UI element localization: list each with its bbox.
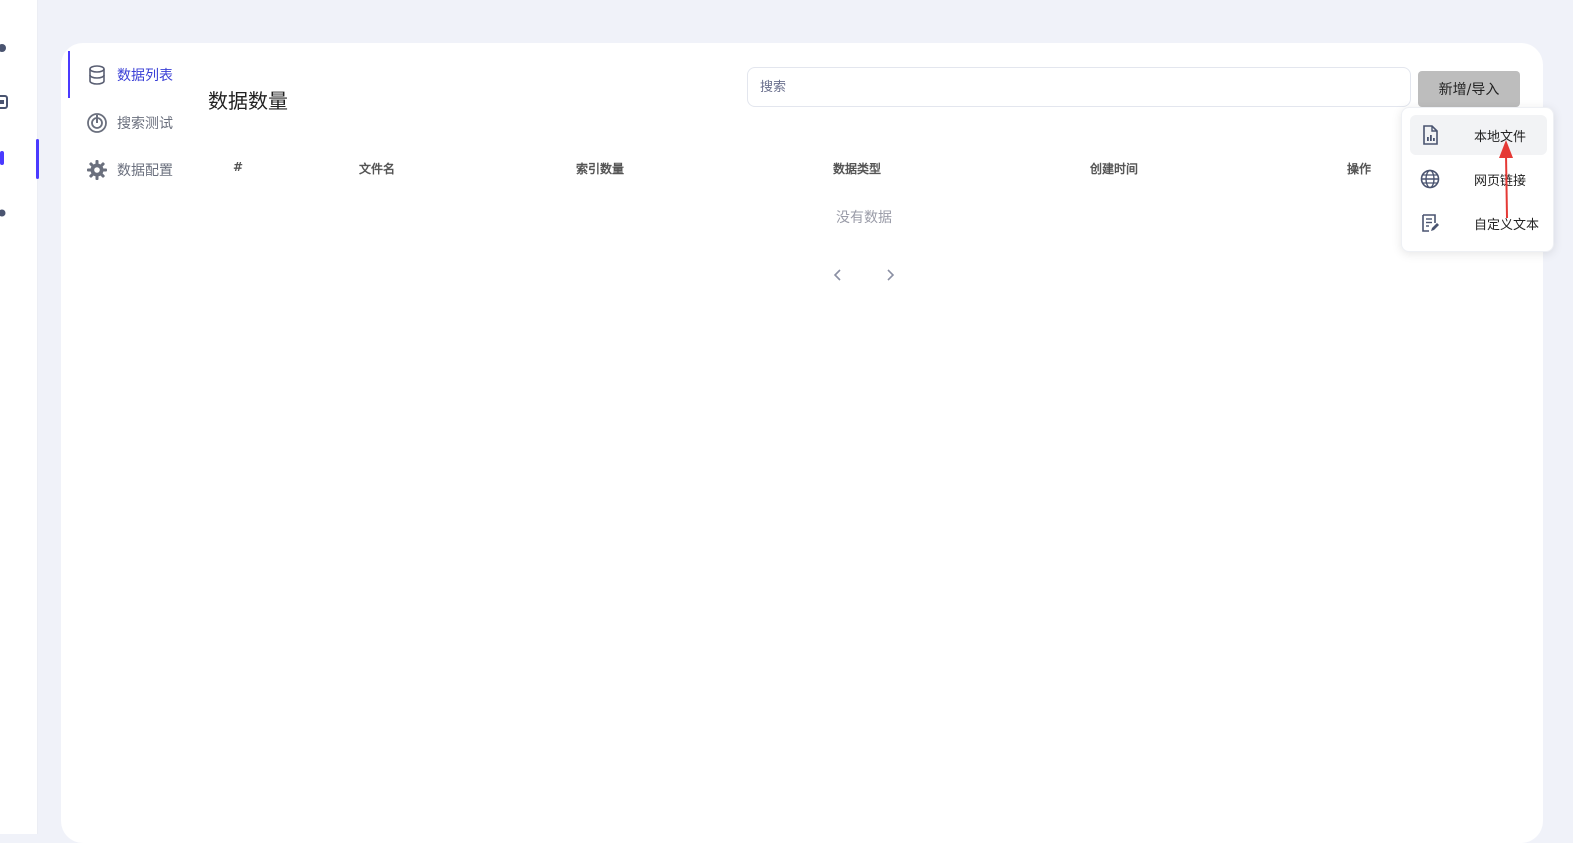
subnav-item-label: 搜索测试 — [117, 116, 173, 132]
rail-icon-1[interactable] — [0, 41, 8, 55]
empty-state-text: 没有数据 — [836, 210, 892, 226]
column-header-index: # — [233, 160, 244, 174]
menu-item-local-file[interactable]: 本地文件 — [1410, 115, 1547, 155]
column-header-index-count: 索引数量 — [576, 162, 625, 176]
next-page-button[interactable] — [880, 265, 900, 285]
add-import-dropdown: 本地文件 网页链接 自定义文本 — [1401, 107, 1554, 252]
menu-item-custom-text[interactable]: 自定义文本 — [1410, 203, 1547, 243]
page-title: 数据数量 — [208, 89, 288, 113]
rail-icon-3-active[interactable] — [0, 151, 4, 165]
column-header-data-type: 数据类型 — [833, 162, 882, 176]
file-chart-icon — [1420, 125, 1440, 145]
annotation-arrow-icon — [1499, 140, 1513, 219]
app-rail — [0, 0, 39, 834]
column-header-filename: 文件名 — [359, 162, 396, 176]
subnav-item-label: 数据列表 — [117, 68, 173, 84]
subnav-item-data-list[interactable]: 数据列表 — [68, 53, 198, 97]
edit-doc-icon — [1420, 213, 1440, 233]
chevron-left-icon — [833, 269, 841, 281]
rail-icon-4[interactable] — [0, 206, 8, 220]
subnav-item-label: 数据配置 — [117, 163, 173, 179]
search-input[interactable] — [747, 67, 1411, 107]
database-icon — [86, 64, 108, 86]
column-header-actions: 操作 — [1347, 162, 1372, 176]
rail-icon-2[interactable] — [0, 95, 8, 109]
rail-active-indicator — [36, 139, 39, 179]
chevron-right-icon — [887, 269, 895, 281]
column-header-created-time: 创建时间 — [1090, 162, 1139, 176]
add-import-button[interactable]: 新增/导入 — [1418, 71, 1520, 107]
menu-item-web-link[interactable]: 网页链接 — [1410, 159, 1547, 199]
prev-page-button[interactable] — [828, 265, 848, 285]
search-test-icon — [86, 112, 108, 134]
gear-icon — [86, 159, 108, 181]
main-card: 数据列表 搜索测试 数据配置 数据数量 搜索 新增/导入 # 文件名 索引数量 … — [61, 43, 1543, 843]
subnav-item-search-test[interactable]: 搜索测试 — [68, 101, 198, 145]
globe-icon — [1420, 169, 1440, 189]
subnav-item-data-config[interactable]: 数据配置 — [68, 148, 198, 192]
